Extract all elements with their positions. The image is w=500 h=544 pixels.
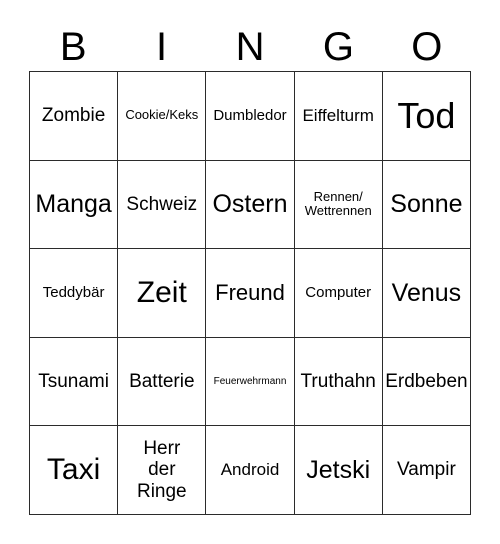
- bingo-cell-label: Taxi: [46, 453, 101, 487]
- bingo-cell-label: Android: [220, 460, 280, 480]
- bingo-card: B I N G O Zombie Cookie/Keks Dumbledor E…: [0, 0, 500, 544]
- bingo-cell-label: Tod: [397, 95, 456, 137]
- bingo-cell-o4[interactable]: Erdbeben: [382, 337, 472, 427]
- bingo-cell-i1[interactable]: Cookie/Keks: [118, 72, 207, 161]
- bingo-row: Tsunami Batterie Feuerwehrmann Truthahn …: [30, 337, 472, 427]
- bingo-cell-label: Vampir: [397, 459, 456, 481]
- bingo-row: Teddybär Zeit Freund Computer Venus: [30, 249, 472, 338]
- bingo-cell-label: Manga: [35, 190, 112, 219]
- bingo-cell-n3[interactable]: Freund: [206, 249, 295, 338]
- bingo-cell-b4[interactable]: Tsunami: [30, 337, 119, 427]
- bingo-cell-label: Venus: [391, 278, 462, 307]
- bingo-cell-label: Tsunami: [38, 370, 109, 392]
- bingo-cell-label: Batterie: [129, 370, 195, 392]
- bingo-cell-label: Computer: [305, 284, 372, 302]
- bingo-cell-n4[interactable]: Feuerwehrmann: [206, 337, 295, 427]
- header-letter-n: N: [235, 24, 265, 69]
- header-letter-b: B: [59, 24, 87, 69]
- bingo-cell-b5[interactable]: Taxi: [30, 426, 119, 515]
- bingo-cell-b1[interactable]: Zombie: [30, 72, 119, 161]
- bingo-cell-label: Teddybär: [42, 284, 105, 302]
- bingo-cell-label: Eiffelturm: [302, 106, 374, 126]
- bingo-cell-g2[interactable]: Rennen/ Wettrennen: [294, 160, 383, 250]
- bingo-cell-n1[interactable]: Dumbledor: [206, 72, 295, 161]
- bingo-row: Zombie Cookie/Keks Dumbledor Eiffelturm …: [30, 72, 472, 161]
- bingo-cell-label: Herr der Ringe: [136, 437, 187, 502]
- bingo-cell-o3[interactable]: Venus: [382, 249, 472, 338]
- bingo-row: Taxi Herr der Ringe Android Jetski Vampi…: [30, 426, 472, 515]
- bingo-cell-o2[interactable]: Sonne: [382, 160, 472, 250]
- bingo-grid: Zombie Cookie/Keks Dumbledor Eiffelturm …: [29, 71, 472, 515]
- bingo-cell-label: Rennen/ Wettrennen: [304, 188, 372, 219]
- header-letter-i: I: [156, 24, 168, 69]
- bingo-cell-g5[interactable]: Jetski: [294, 426, 383, 515]
- bingo-cell-i2[interactable]: Schweiz: [118, 160, 207, 250]
- bingo-cell-label: Schweiz: [126, 193, 198, 215]
- bingo-cell-label: Feuerwehrmann: [213, 375, 287, 387]
- bingo-cell-g3[interactable]: Computer: [294, 249, 383, 338]
- bingo-cell-label: Zeit: [136, 275, 187, 309]
- bingo-cell-i3[interactable]: Zeit: [118, 249, 207, 338]
- bingo-cell-n2[interactable]: Ostern: [206, 160, 295, 250]
- bingo-cell-label: Freund: [215, 280, 285, 306]
- bingo-cell-label: Zombie: [41, 104, 106, 126]
- bingo-cell-g4[interactable]: Truthahn: [294, 337, 383, 427]
- bingo-cell-label: Erdbeben: [385, 370, 468, 392]
- bingo-cell-b2[interactable]: Manga: [30, 160, 119, 250]
- bingo-cell-label: Truthahn: [300, 370, 376, 392]
- bingo-cell-label: Jetski: [306, 455, 371, 484]
- bingo-cell-o1[interactable]: Tod: [382, 72, 472, 161]
- bingo-cell-label: Ostern: [212, 190, 288, 219]
- bingo-cell-g1[interactable]: Eiffelturm: [294, 72, 383, 161]
- bingo-cell-label: Cookie/Keks: [125, 107, 199, 123]
- bingo-cell-o5[interactable]: Vampir: [382, 426, 472, 515]
- bingo-cell-n5[interactable]: Android: [206, 426, 295, 515]
- bingo-cell-label: Dumbledor: [213, 107, 287, 125]
- bingo-cell-i5[interactable]: Herr der Ringe: [118, 426, 207, 515]
- bingo-cell-i4[interactable]: Batterie: [118, 337, 207, 427]
- bingo-header-row: B I N G O: [29, 22, 471, 71]
- bingo-row: Manga Schweiz Ostern Rennen/ Wettrennen …: [30, 160, 472, 250]
- header-letter-g: G: [322, 24, 354, 69]
- bingo-cell-b3[interactable]: Teddybär: [30, 249, 119, 338]
- bingo-cell-label: Sonne: [390, 190, 463, 219]
- header-letter-o: O: [411, 24, 443, 69]
